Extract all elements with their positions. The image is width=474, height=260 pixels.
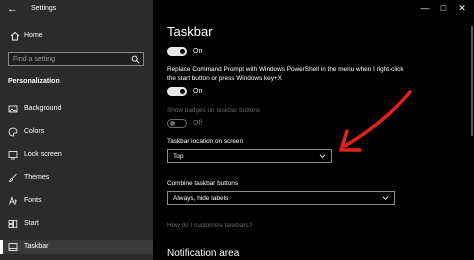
sidebar-item-lock-screen[interactable]: Lock screen xyxy=(0,148,153,162)
sidebar-item-themes[interactable]: Themes xyxy=(0,171,153,185)
customize-taskbars-link[interactable]: How do I customize taskbars? xyxy=(167,222,252,229)
lock-screen-icon xyxy=(8,151,18,160)
badges-label: Show badges on taskbar buttons xyxy=(167,107,261,114)
taskbar-toggle-1[interactable] xyxy=(167,47,187,56)
chevron-down-icon xyxy=(319,154,326,158)
badges-toggle[interactable] xyxy=(167,119,187,128)
powershell-description: Replace Command Prompt with Windows Powe… xyxy=(167,66,404,82)
main-content: — □ ✕ Taskbar On Replace Command Prompt … xyxy=(153,0,474,260)
toggle-knob xyxy=(170,121,175,126)
sidebar-item-background[interactable]: Background xyxy=(0,102,153,116)
minimize-button[interactable]: — xyxy=(417,3,433,13)
brush-icon xyxy=(8,173,17,182)
powershell-toggle[interactable] xyxy=(167,87,187,96)
toggle-state-label: On xyxy=(193,88,203,95)
font-icon xyxy=(9,196,17,205)
close-button[interactable]: ✕ xyxy=(454,3,470,14)
window-controls: — □ ✕ xyxy=(417,3,470,14)
app-title: Settings xyxy=(31,5,57,12)
search-icon[interactable] xyxy=(131,55,140,64)
home-icon xyxy=(10,31,20,41)
combine-label: Combine taskbar buttons xyxy=(167,180,239,187)
sidebar-item-label: Colors xyxy=(24,128,45,135)
sidebar-item-colors[interactable]: Colors xyxy=(0,125,153,139)
sidebar-item-label: Background xyxy=(24,105,62,112)
combine-value: Always, hide labels xyxy=(173,195,229,202)
picture-icon xyxy=(8,105,18,113)
section-title: Personalization xyxy=(8,78,60,85)
page-title: Taskbar xyxy=(167,24,213,39)
sidebar-item-label: Taskbar xyxy=(24,243,49,250)
palette-icon xyxy=(8,127,18,137)
home-label: Home xyxy=(24,32,43,39)
start-icon xyxy=(8,220,18,228)
search-field[interactable]: Find a setting xyxy=(8,52,144,66)
back-arrow-icon[interactable]: ← xyxy=(7,3,18,15)
home-nav-item[interactable]: Home xyxy=(0,30,153,44)
sidebar-item-label: Fonts xyxy=(24,197,42,204)
location-label: Taskbar location on screen xyxy=(167,138,244,145)
toggle-knob xyxy=(180,49,185,54)
notification-area-heading: Notification area xyxy=(167,248,240,259)
sidebar-item-label: Lock screen xyxy=(24,151,62,158)
scrollbar[interactable] xyxy=(471,26,473,136)
toggle-state-label: On xyxy=(193,48,203,55)
sidebar-item-taskbar[interactable]: Taskbar xyxy=(0,240,153,254)
location-value: Top xyxy=(173,153,184,160)
maximize-button[interactable]: □ xyxy=(435,3,451,13)
sidebar: ← Settings Home Find a setting Personali… xyxy=(0,0,153,260)
sidebar-item-fonts[interactable]: Fonts xyxy=(0,194,153,208)
title-bar: ← Settings xyxy=(0,0,153,18)
toggle-state-label: Off xyxy=(193,120,203,127)
selected-indicator xyxy=(0,240,3,254)
combine-dropdown[interactable]: Always, hide labels xyxy=(167,191,395,205)
sidebar-item-start[interactable]: Start xyxy=(0,217,153,231)
search-placeholder: Find a setting xyxy=(13,56,56,63)
toggle-knob xyxy=(180,89,185,94)
taskbar-icon xyxy=(8,243,18,251)
chevron-down-icon xyxy=(382,196,389,200)
sidebar-item-label: Start xyxy=(24,220,39,227)
location-dropdown[interactable]: Top xyxy=(167,149,332,163)
sidebar-item-label: Themes xyxy=(24,174,50,181)
